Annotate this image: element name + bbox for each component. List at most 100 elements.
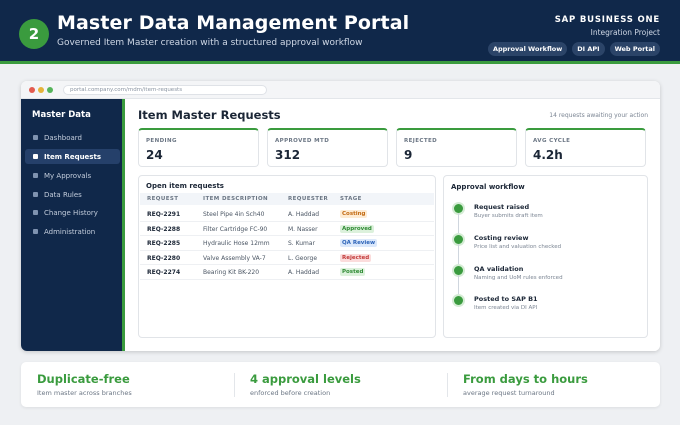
stat-duplicate-free: Duplicate-free Item master across branch… bbox=[21, 362, 234, 407]
sidebar-item-my-approvals[interactable]: My Approvals bbox=[25, 168, 120, 183]
kpi-value: 9 bbox=[404, 148, 413, 162]
step-desc: Buyer submits draft item bbox=[474, 213, 543, 219]
bullet-icon bbox=[33, 210, 38, 215]
sidebar-item-label: Change History bbox=[44, 208, 98, 217]
maximize-window-dot[interactable] bbox=[47, 87, 53, 93]
table-row[interactable]: REQ-2280 Valve Assembly VA-7 L. George R… bbox=[140, 251, 434, 265]
sidebar-item-label: Data Rules bbox=[44, 190, 82, 199]
step-connector bbox=[458, 213, 459, 234]
url-bar[interactable]: portal.company.com/mdm/item-requests bbox=[63, 85, 267, 95]
table-row[interactable]: REQ-2285 Hydraulic Hose 12mm S. Kumar QA… bbox=[140, 236, 434, 251]
sidebar-item-dashboard[interactable]: Dashboard bbox=[25, 130, 120, 145]
check-icon bbox=[454, 204, 463, 213]
brand-subtitle: Integration Project bbox=[590, 28, 660, 37]
kpi-label: PENDING bbox=[146, 138, 177, 144]
page-title: Item Master Requests bbox=[138, 108, 281, 122]
column-header: STAGE bbox=[340, 196, 362, 202]
kpi-label: APPROVED MTD bbox=[275, 138, 330, 144]
sidebar-item-item-requests[interactable]: Item Requests bbox=[25, 149, 120, 164]
bullet-icon bbox=[33, 192, 38, 197]
banner-subtitle: Governed Item Master creation with a str… bbox=[57, 38, 363, 48]
kpi-card-pending: PENDING 24 bbox=[138, 128, 259, 167]
stat-subtitle: average request turnaround bbox=[463, 389, 555, 397]
tag-di-api: DI API bbox=[572, 42, 605, 56]
window-titlebar: portal.company.com/mdm/item-requests bbox=[21, 81, 660, 99]
requester: L. George bbox=[288, 254, 318, 262]
step-connector bbox=[458, 275, 459, 296]
kpi-value: 4.2h bbox=[533, 148, 563, 162]
tag-approval-workflow: Approval Workflow bbox=[487, 42, 568, 56]
item-description: Filter Cartridge FC-90 bbox=[203, 225, 268, 233]
request-id: REQ-2288 bbox=[147, 225, 181, 233]
stat-approval-levels: 4 approval levels enforced before creati… bbox=[234, 362, 447, 407]
workflow-step: Costing review Price list and valuation … bbox=[454, 234, 644, 265]
item-description: Steel Pipe 4in Sch40 bbox=[203, 211, 265, 218]
workflow-panel: Approval workflow Request raised Buyer s… bbox=[443, 175, 648, 338]
table-row[interactable]: REQ-2291 Steel Pipe 4in Sch40 A. Haddad … bbox=[140, 207, 434, 222]
workflow-step: Posted to SAP B1 Item created via DI API bbox=[454, 295, 644, 319]
stage-badge: Approved bbox=[340, 224, 374, 233]
minimize-window-dot[interactable] bbox=[38, 87, 44, 93]
requests-panel: Open item requests REQUEST ITEM DESCRIPT… bbox=[138, 175, 436, 338]
item-description: Valve Assembly VA-7 bbox=[203, 254, 266, 262]
stat-subtitle: Item master across branches bbox=[37, 389, 132, 397]
sidebar: Master Data Dashboard Item Requests My A… bbox=[21, 99, 125, 351]
banner-title: Master Data Management Portal bbox=[57, 12, 410, 34]
column-header: REQUEST bbox=[147, 196, 179, 202]
header-banner: 2 Master Data Management Portal Governed… bbox=[0, 0, 680, 64]
kpi-card-approved-mtd: APPROVED MTD 312 bbox=[267, 128, 388, 167]
table-row[interactable]: REQ-2274 Bearing Kit BK-220 A. Haddad Po… bbox=[140, 265, 434, 280]
step-title: Costing review bbox=[474, 234, 529, 242]
step-desc: Naming and UoM rules enforced bbox=[474, 275, 563, 281]
stage-badge: Posted bbox=[340, 268, 366, 276]
sidebar-item-label: My Approvals bbox=[44, 171, 92, 180]
request-id: REQ-2285 bbox=[147, 240, 181, 247]
requester: A. Haddad bbox=[288, 269, 320, 276]
step-desc: Price list and valuation checked bbox=[474, 244, 562, 250]
stage-badge: Rejected bbox=[340, 253, 372, 262]
stat-title: 4 approval levels bbox=[250, 372, 361, 386]
kpi-value: 312 bbox=[275, 148, 301, 162]
request-id: REQ-2274 bbox=[147, 269, 181, 276]
kpi-label: REJECTED bbox=[404, 138, 438, 144]
sidebar-item-change-history[interactable]: Change History bbox=[25, 205, 120, 220]
bullet-icon bbox=[33, 229, 38, 234]
table-header: REQUEST ITEM DESCRIPTION REQUESTER STAGE bbox=[140, 193, 434, 205]
requester: A. Haddad bbox=[288, 211, 320, 218]
close-window-dot[interactable] bbox=[29, 87, 35, 93]
brand-label: SAP BUSINESS ONE bbox=[554, 15, 660, 25]
stat-title: From days to hours bbox=[463, 372, 588, 386]
kpi-label: AVG CYCLE bbox=[533, 138, 571, 144]
table-row[interactable]: REQ-2288 Filter Cartridge FC-90 M. Nasse… bbox=[140, 222, 434, 236]
request-id: REQ-2291 bbox=[147, 211, 181, 218]
sidebar-item-label: Item Requests bbox=[44, 152, 101, 161]
kpi-card-avg-cycle: AVG CYCLE 4.2h bbox=[525, 128, 646, 167]
item-description: Hydraulic Hose 12mm bbox=[203, 240, 270, 247]
step-connector bbox=[458, 244, 459, 265]
app-window: portal.company.com/mdm/item-requests Mas… bbox=[21, 81, 660, 351]
step-title: QA validation bbox=[474, 265, 524, 273]
bullet-icon bbox=[33, 173, 38, 178]
step-title: Posted to SAP B1 bbox=[474, 295, 538, 303]
sidebar-item-data-rules[interactable]: Data Rules bbox=[25, 187, 120, 202]
step-title: Request raised bbox=[474, 203, 530, 211]
main-content: Item Master Requests 14 requests awaitin… bbox=[125, 99, 660, 351]
stat-turnaround: From days to hours average request turna… bbox=[447, 362, 660, 407]
sidebar-item-label: Administration bbox=[44, 227, 96, 236]
check-icon bbox=[454, 296, 463, 305]
panel-title: Approval workflow bbox=[451, 183, 525, 191]
sidebar-item-administration[interactable]: Administration bbox=[25, 224, 120, 239]
column-header: ITEM DESCRIPTION bbox=[203, 196, 269, 202]
step-desc: Item created via DI API bbox=[474, 305, 538, 311]
workflow-step: QA validation Naming and UoM rules enfor… bbox=[454, 265, 644, 296]
column-header: REQUESTER bbox=[288, 196, 329, 202]
stats-strip: Duplicate-free Item master across branch… bbox=[21, 362, 660, 407]
requester: S. Kumar bbox=[288, 240, 316, 247]
check-icon bbox=[454, 235, 463, 244]
workflow-step: Request raised Buyer submits draft item bbox=[454, 203, 644, 234]
check-icon bbox=[454, 266, 463, 275]
kpi-card-rejected: REJECTED 9 bbox=[396, 128, 517, 167]
stage-badge: Costing bbox=[340, 210, 368, 218]
awaiting-note: 14 requests awaiting your action bbox=[549, 112, 648, 119]
bullet-icon bbox=[33, 135, 38, 140]
